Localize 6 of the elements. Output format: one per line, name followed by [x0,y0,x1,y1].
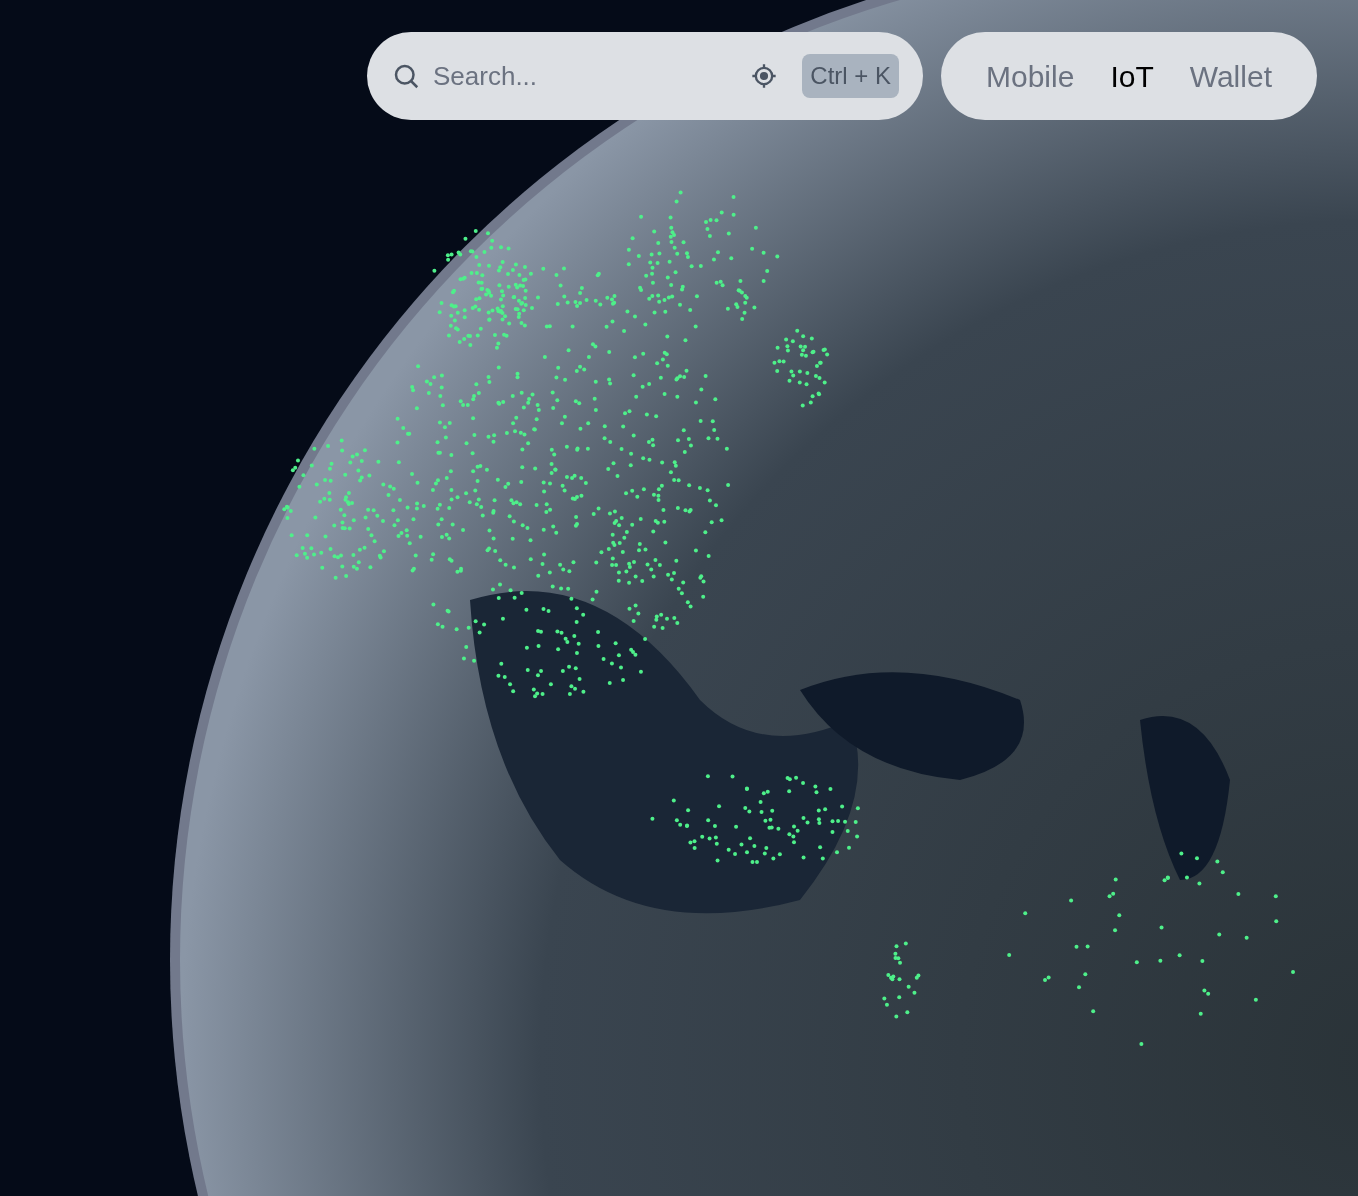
locate-icon[interactable] [750,62,779,90]
tab[interactable]: Mobile [986,53,1075,99]
tab[interactable]: Wallet [1189,53,1272,99]
search-field[interactable]: Search... [433,56,739,96]
shortcut-key: Ctrl + K [802,54,899,98]
tab[interactable]: IoT [1110,53,1154,99]
